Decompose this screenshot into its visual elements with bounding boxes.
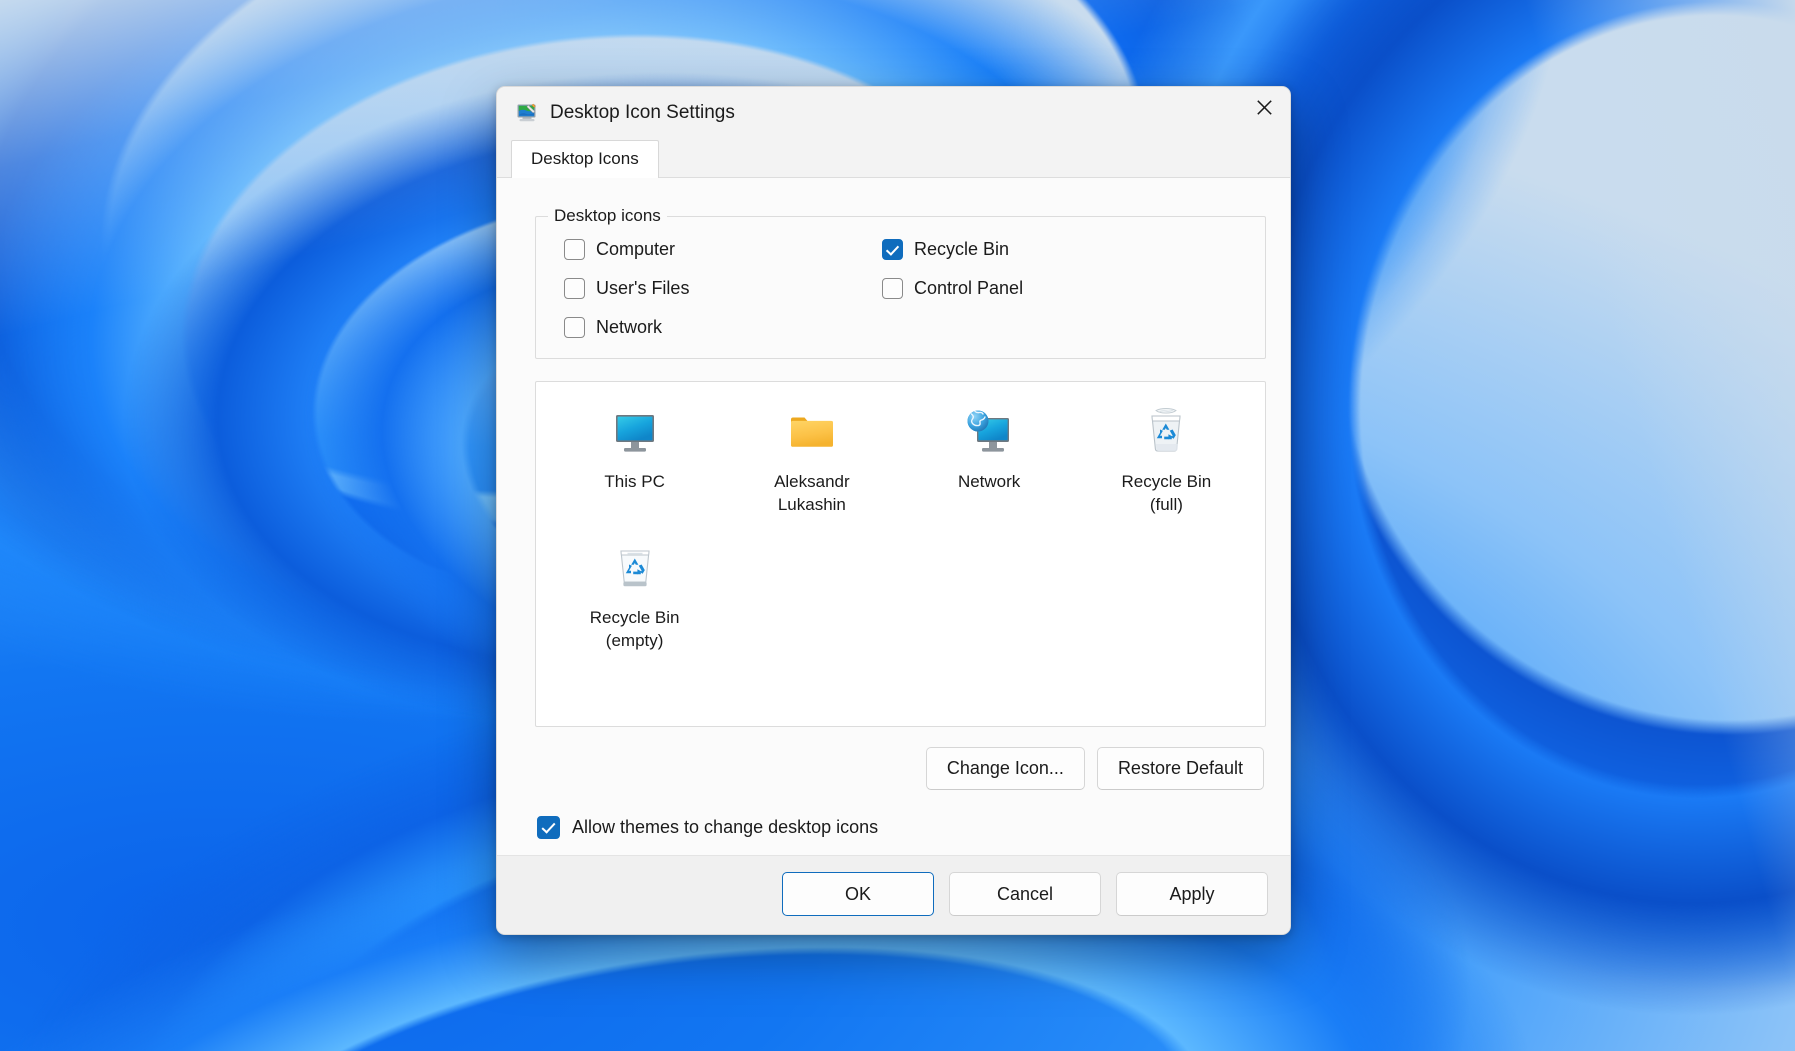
checkbox-users-files[interactable]: [564, 278, 585, 299]
checkbox-grid-spacer: [882, 317, 1249, 338]
groupbox-legend: Desktop icons: [548, 206, 667, 226]
checkbox-label-recycle-bin: Recycle Bin: [914, 239, 1010, 259]
checkbox-row-network[interactable]: Network: [564, 317, 882, 338]
checkbox-label-network: Network: [596, 317, 663, 337]
checkbox-row-control-panel[interactable]: Control Panel: [882, 278, 1249, 299]
cancel-button[interactable]: Cancel: [949, 872, 1101, 916]
change-icon-button[interactable]: Change Icon...: [925, 747, 1085, 790]
preview-label-recycle-bin-full: Recycle Bin (full): [1121, 472, 1212, 514]
checkbox-allow-themes[interactable]: [537, 816, 560, 839]
recycle-bin-empty-icon: [606, 540, 664, 598]
network-icon: [960, 404, 1018, 462]
recycle-bin-full-icon: [1137, 404, 1195, 462]
preview-label-network: Network: [957, 472, 1021, 491]
desktop-personalization-icon: [516, 102, 538, 124]
tab-panel-desktop-icons: Desktop icons Computer Recycle Bin User'…: [497, 177, 1290, 855]
preview-label-recycle-bin-empty: Recycle Bin (empty): [589, 608, 680, 650]
user-folder-icon: [783, 404, 841, 462]
desktop-icon-settings-dialog: Desktop Icon Settings Desktop Icons Desk…: [496, 86, 1291, 935]
this-pc-icon: [606, 404, 664, 462]
checkbox-network[interactable]: [564, 317, 585, 338]
preview-item-network[interactable]: Network: [901, 398, 1078, 534]
desktop-icons-checkbox-grid: Computer Recycle Bin User's Files Contro…: [552, 235, 1249, 338]
window-title: Desktop Icon Settings: [550, 102, 735, 123]
checkbox-row-recycle-bin[interactable]: Recycle Bin: [882, 239, 1249, 260]
checkbox-label-control-panel: Control Panel: [914, 278, 1024, 298]
preview-label-user-folder: Aleksandr Lukashin: [774, 472, 850, 514]
checkbox-row-computer[interactable]: Computer: [564, 239, 882, 260]
desktop-icons-groupbox: Desktop icons Computer Recycle Bin User'…: [535, 206, 1266, 359]
preview-item-recycle-bin-empty[interactable]: Recycle Bin (empty): [546, 534, 723, 670]
checkbox-row-allow-themes[interactable]: Allow themes to change desktop icons: [537, 816, 1268, 839]
desktop-background: Desktop Icon Settings Desktop Icons Desk…: [0, 0, 1795, 1051]
checkbox-computer[interactable]: [564, 239, 585, 260]
close-icon[interactable]: [1238, 87, 1290, 127]
checkbox-label-computer: Computer: [596, 239, 676, 259]
checkbox-label-users-files: User's Files: [596, 278, 690, 298]
preview-item-recycle-bin-full[interactable]: Recycle Bin (full): [1078, 398, 1255, 534]
checkbox-control-panel[interactable]: [882, 278, 903, 299]
checkbox-row-users-files[interactable]: User's Files: [564, 278, 882, 299]
apply-button[interactable]: Apply: [1116, 872, 1268, 916]
tab-desktop-icons[interactable]: Desktop Icons: [511, 140, 659, 178]
tab-strip: Desktop Icons: [497, 139, 1290, 178]
icon-preview-panel[interactable]: This PC Aleksandr Lukashin Network Recyc…: [535, 381, 1266, 727]
icon-action-buttons: Change Icon... Restore Default: [519, 747, 1266, 790]
dialog-footer: OK Cancel Apply: [497, 855, 1290, 934]
preview-item-this-pc[interactable]: This PC: [546, 398, 723, 534]
checkbox-recycle-bin[interactable]: [882, 239, 903, 260]
ok-button[interactable]: OK: [782, 872, 934, 916]
tab-label: Desktop Icons: [531, 149, 639, 168]
preview-item-user-folder[interactable]: Aleksandr Lukashin: [723, 398, 900, 534]
title-bar: Desktop Icon Settings: [497, 87, 1290, 139]
preview-label-this-pc: This PC: [604, 472, 665, 491]
checkbox-label-allow-themes: Allow themes to change desktop icons: [572, 817, 879, 837]
restore-default-button[interactable]: Restore Default: [1096, 747, 1264, 790]
